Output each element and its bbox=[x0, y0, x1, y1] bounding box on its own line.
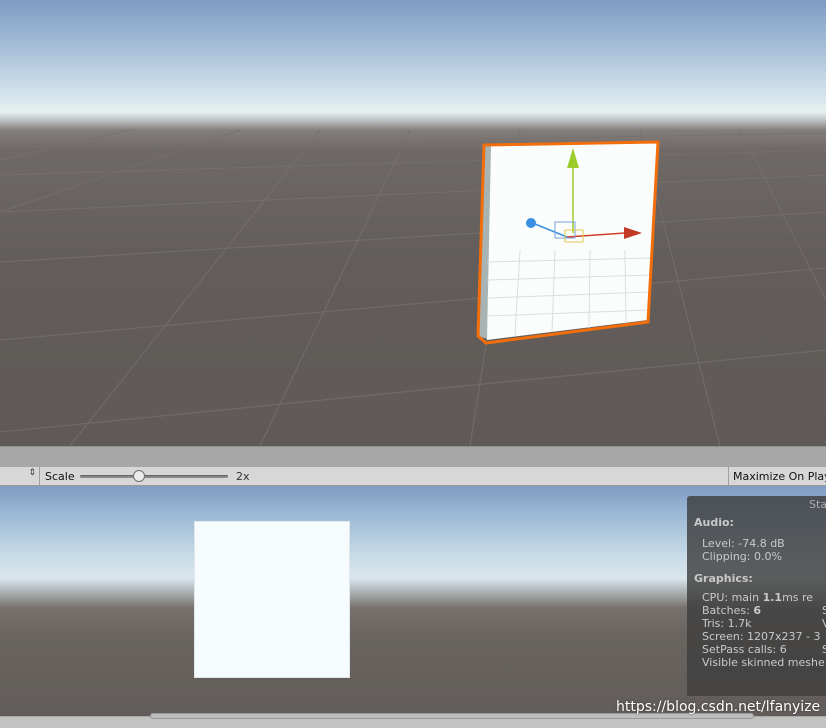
stats-setpass-col2: S bbox=[822, 643, 826, 656]
stats-batches-col2: S bbox=[822, 604, 826, 617]
watermark-text: https://blog.csdn.net/lfanyize bbox=[616, 699, 821, 715]
scale-label: Scale bbox=[45, 470, 75, 483]
selected-cube[interactable] bbox=[0, 0, 826, 446]
stats-screen: Screen: 1207x237 - 3 bbox=[702, 630, 821, 643]
game-quad-object bbox=[194, 521, 350, 678]
stats-audio-clipping: Clipping: 0.0% bbox=[702, 550, 782, 563]
stats-cpu: CPU: main 1.1ms re bbox=[702, 591, 814, 604]
stats-skinned: Visible skinned meshe bbox=[702, 656, 825, 669]
stats-audio-level: Level: -74.8 dB bbox=[702, 537, 785, 550]
game-view-toolbar: ⇕ Scale 2x Maximize On Play bbox=[0, 467, 826, 486]
scale-slider-track[interactable] bbox=[80, 475, 228, 478]
panel-divider[interactable] bbox=[0, 446, 826, 467]
gizmo-z-arrow-icon bbox=[526, 218, 536, 228]
stats-graphics-heading: Graphics: bbox=[694, 572, 753, 585]
stats-tris-col2: V bbox=[822, 617, 826, 630]
scene-view[interactable] bbox=[0, 0, 826, 446]
maximize-on-play-toggle[interactable]: Maximize On Play bbox=[728, 467, 826, 485]
display-dropdown[interactable]: ⇕ bbox=[0, 467, 40, 485]
scale-value: 2x bbox=[236, 470, 250, 483]
stats-batches: Batches: 6 bbox=[702, 604, 761, 617]
stats-audio-heading: Audio: bbox=[694, 516, 734, 529]
maximize-on-play-label: Maximize On Play bbox=[733, 470, 826, 483]
stats-tris: Tris: 1.7k bbox=[702, 617, 752, 630]
scale-slider-thumb[interactable] bbox=[133, 470, 146, 482]
stats-panel: Sta Audio: Level: -74.8 dB Clipping: 0.0… bbox=[687, 496, 826, 696]
stats-title[interactable]: Sta bbox=[809, 498, 826, 511]
dropdown-arrow-icon: ⇕ bbox=[28, 468, 36, 478]
stats-setpass: SetPass calls: 6 bbox=[702, 643, 787, 656]
